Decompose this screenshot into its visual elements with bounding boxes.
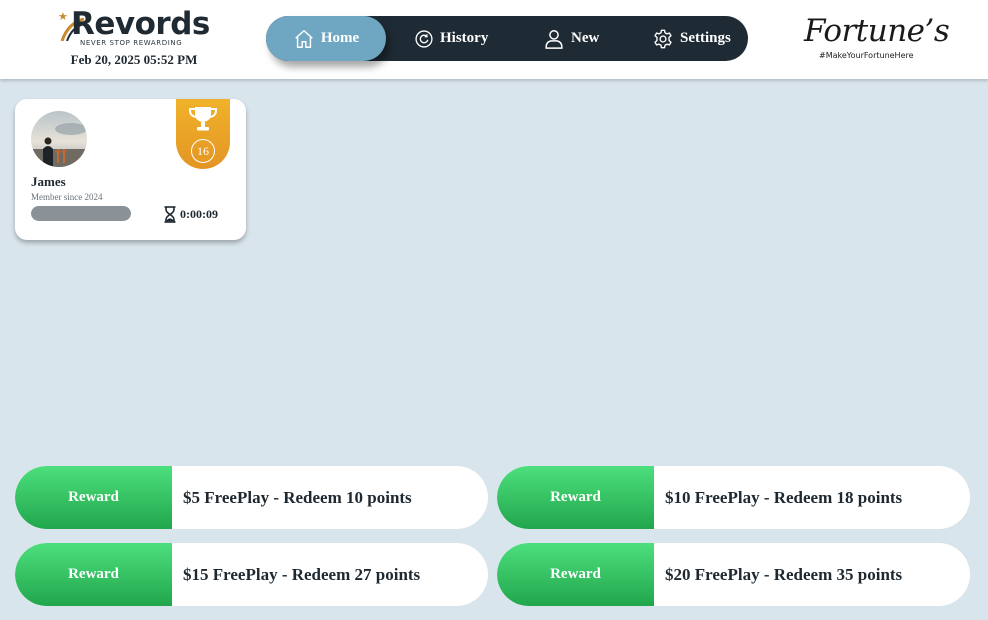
- nav-settings-label: Settings: [680, 30, 731, 46]
- reward-card: Reward $10 FreePlay - Redeem 18 points: [497, 466, 970, 529]
- reward-card: Reward $15 FreePlay - Redeem 27 points: [15, 543, 488, 606]
- reward-button[interactable]: Reward: [497, 466, 654, 529]
- session-timer-value: 0:00:09: [180, 207, 218, 221]
- nav-home-label: Home: [320, 30, 360, 46]
- player-card[interactable]: James Member since 2024 0:00:09 16: [15, 99, 246, 240]
- fortunes-logo-word: Fortune’s: [804, 13, 950, 49]
- logo-tagline: NEVER STOP REWARDING: [80, 39, 183, 47]
- user-icon: [545, 29, 563, 49]
- home-icon: [295, 29, 313, 48]
- nav-history[interactable]: History: [414, 16, 488, 61]
- nav-new-label: New: [571, 30, 600, 46]
- reward-button[interactable]: Reward: [15, 466, 172, 529]
- reward-description: $20 FreePlay - Redeem 35 points: [665, 564, 903, 584]
- history-icon: [415, 29, 433, 48]
- reward-description: $5 FreePlay - Redeem 10 points: [183, 487, 412, 507]
- level-badge: 16: [176, 99, 230, 169]
- logo-word: Revords: [71, 6, 210, 42]
- current-datetime: Feb 20, 2025 05:52 PM: [70, 52, 198, 67]
- header: ★ Revords NEVER STOP REWARDING Feb 20, 2…: [0, 0, 988, 79]
- nav-new[interactable]: New: [543, 16, 599, 61]
- reward-button[interactable]: Reward: [15, 543, 172, 606]
- avatar: [31, 111, 87, 167]
- hourglass-icon: [164, 206, 176, 223]
- member-since: Member since 2024: [31, 192, 103, 202]
- reward-card: Reward $20 FreePlay - Redeem 35 points: [497, 543, 970, 606]
- nav-home[interactable]: Home: [266, 16, 386, 61]
- fortunes-logo-tagline: #MakeYourFortuneHere: [819, 51, 914, 60]
- progress-bar: [31, 206, 131, 221]
- logo-star-icon: ★: [58, 10, 68, 23]
- reward-button[interactable]: Reward: [497, 543, 654, 606]
- nav-history-label: History: [440, 30, 489, 46]
- reward-card: Reward $5 FreePlay - Redeem 10 points: [15, 466, 488, 529]
- session-timer: 0:00:09: [163, 206, 218, 223]
- fortunes-logo: Fortune’s #MakeYourFortuneHere: [804, 12, 950, 64]
- player-name: James: [31, 174, 66, 189]
- main-nav: Home History New Settings: [266, 16, 748, 61]
- progress-fill: [31, 206, 131, 221]
- reward-description: $15 FreePlay - Redeem 27 points: [183, 564, 421, 584]
- level-number: 16: [191, 139, 215, 163]
- revords-logo: ★ Revords NEVER STOP REWARDING: [58, 7, 212, 49]
- reward-description: $10 FreePlay - Redeem 18 points: [665, 487, 903, 507]
- gear-icon: [654, 29, 672, 48]
- nav-settings[interactable]: Settings: [652, 16, 731, 61]
- trophy-icon: [188, 107, 218, 131]
